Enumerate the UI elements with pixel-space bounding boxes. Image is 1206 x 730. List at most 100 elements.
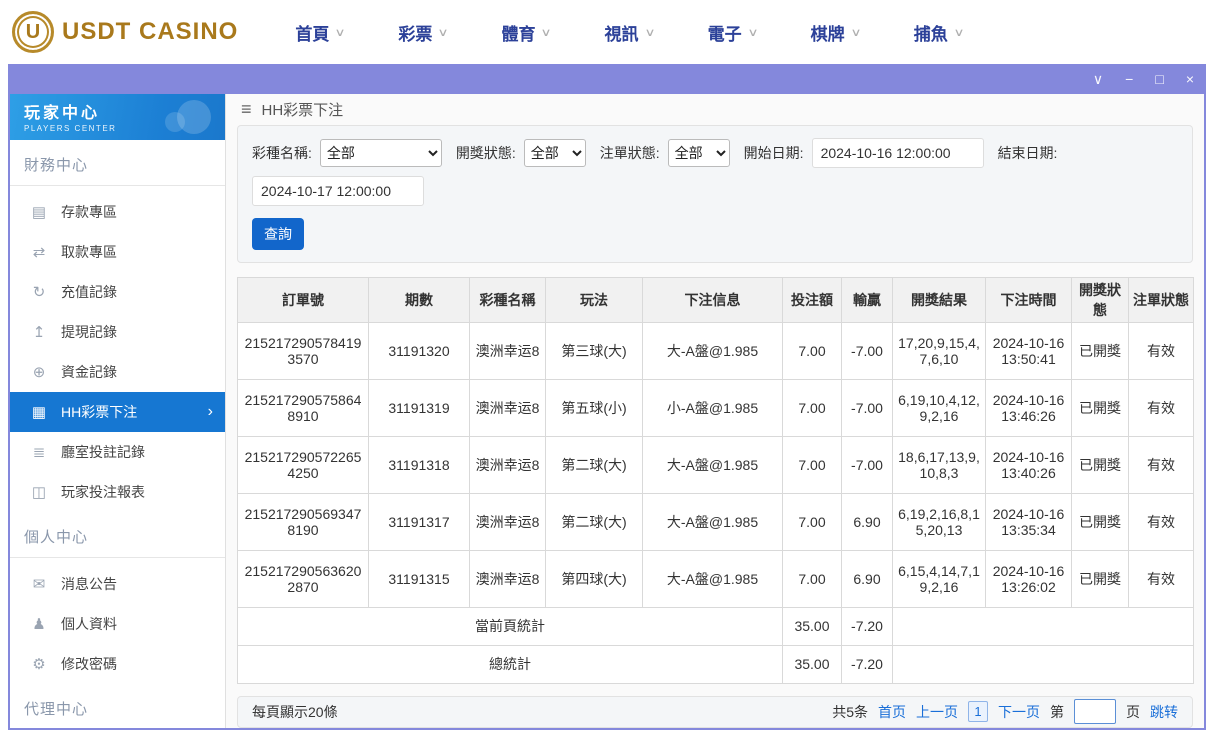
window-minimize-icon[interactable]: − (1125, 72, 1133, 86)
sidebar-title: 玩家中心 (24, 105, 101, 122)
cell-order-no: 2152172905722654250 (237, 435, 369, 494)
sidebar-item-label: 存款專區 (61, 204, 117, 220)
page-number-input[interactable] (1074, 699, 1116, 725)
main-content: ≡ HH彩票下注 彩種名稱: 全部 開獎狀態: 全部 注單狀態: 全部 開始日期… (226, 94, 1204, 728)
jump-button[interactable]: 跳转 (1150, 702, 1178, 722)
table-header-row: 訂單號 期數 彩種名稱 玩法 下注信息 投注額 輸贏 開獎結果 下注時間 開獎狀態 注單狀態 (237, 276, 1194, 323)
cell-lottery: 澳洲幸运8 (469, 321, 546, 380)
cell-bet-amount: 7.00 (782, 378, 842, 437)
pagination-bar: 每頁顯示20條 共5条 首页 上一页 1 下一页 第 页 跳转 (237, 695, 1193, 728)
app-window: ∨ − □ × 玩家中心 PLAYERS CENTER 財務中心 ▤ 存款專區 ⇄ 取款專區 ↻… (8, 64, 1206, 730)
next-page-link[interactable]: 下一页 (998, 702, 1040, 722)
sidebar-item[interactable]: ♟ 個人資料 (10, 604, 225, 644)
cell-lottery: 澳洲幸运8 (469, 378, 546, 437)
logo-text: USDT CASINO (62, 18, 239, 45)
nav-item[interactable]: 視訊 ∨ (604, 20, 656, 45)
nav-item-label: 捕魚 (913, 24, 948, 44)
sidebar-item[interactable]: ⇄ 取款專區 (10, 232, 225, 272)
cell-win-loss: 6.90 (841, 549, 893, 608)
cashout-record-icon: ↥ (32, 324, 46, 341)
recharge-record-icon: ↻ (32, 284, 46, 301)
end-date-input[interactable] (252, 175, 424, 206)
sidebar-item[interactable]: ◫ 玩家投注報表 (10, 472, 225, 512)
nav-item[interactable]: 捕魚 ∨ (913, 20, 965, 45)
nav-item[interactable]: 體育 ∨ (501, 20, 553, 45)
cell-bet-info: 大-A盤@1.985 (642, 321, 783, 380)
draw-status-filter-label: 開獎狀態: (455, 144, 516, 161)
first-page-link[interactable]: 首页 (878, 702, 906, 722)
cell-order-no: 2152172905784193570 (237, 321, 369, 380)
sidebar-item-label: 個人資料 (61, 616, 117, 632)
sidebar-item[interactable]: ⊕ 資金記錄 (10, 352, 225, 392)
sidebar-subtitle: PLAYERS CENTER (24, 124, 117, 133)
search-button[interactable]: 查詢 (252, 217, 304, 250)
prev-page-link[interactable]: 上一页 (916, 702, 958, 722)
start-date-input[interactable] (811, 137, 984, 168)
cell-bet-amount: 7.00 (782, 549, 842, 608)
sidebar-item-label: 取款專區 (61, 244, 117, 260)
cell-draw-status: 已開獎 (1071, 321, 1129, 380)
sidebar-item-label: 資金記錄 (61, 364, 117, 380)
column-header: 玩法 (545, 276, 643, 323)
current-page-badge[interactable]: 1 (968, 701, 988, 723)
lottery-select[interactable]: 全部 (319, 138, 442, 167)
sidebar-item[interactable]: ≣ 廳室投註記錄 (10, 432, 225, 472)
cell-bet-info: 小-A盤@1.985 (642, 378, 783, 437)
cell-bet-info: 大-A盤@1.985 (642, 549, 783, 608)
nav-item[interactable]: 彩票 ∨ (398, 20, 449, 45)
deposit-card-icon: ▤ (31, 204, 47, 221)
window-collapse-icon[interactable]: ∨ (1093, 72, 1103, 86)
cell-draw-result: 6,15,4,14,7,19,2,16 (892, 549, 986, 608)
cell-bet-info: 大-A盤@1.985 (642, 492, 783, 551)
cell-play: 第三球(大) (545, 321, 643, 380)
sidebar-item[interactable]: ▦ HH彩票下注 › (10, 392, 225, 432)
nav-item-label: 體育 (501, 24, 536, 44)
nav-item-label: 棋牌 (810, 24, 845, 44)
sidebar-item[interactable]: ✉ 消息公告 (10, 564, 225, 604)
funds-record-icon: ⊕ (32, 364, 46, 381)
sidebar-item[interactable]: ▤ 存款專區 (10, 192, 225, 232)
window-maximize-icon[interactable]: □ (1155, 72, 1163, 86)
draw-status-select[interactable]: 全部 (523, 138, 586, 167)
cell-period: 31191315 (368, 549, 470, 608)
nav-item[interactable]: 首頁 ∨ (295, 20, 347, 45)
table-row: 2152172905693478190 31191317 澳洲幸运8 第二球(大) 大-… (237, 492, 1194, 551)
sidebar-item[interactable]: ⚙ 修改密碼 (10, 644, 225, 684)
nav-item[interactable]: 棋牌 ∨ (810, 20, 862, 45)
chevron-down-icon: ∨ (850, 26, 862, 39)
chevron-down-icon: ∨ (540, 26, 553, 39)
chevron-down-icon: ∨ (334, 26, 347, 39)
cell-draw-status: 已開獎 (1071, 435, 1129, 494)
cell-win-loss: -7.00 (841, 378, 893, 437)
nav-item-label: 視訊 (604, 24, 639, 44)
column-header: 訂單號 (237, 276, 369, 323)
sidebar-item[interactable]: ↻ 充值記錄 (10, 272, 225, 312)
sidebar-item-label: HH彩票下注 (61, 404, 138, 420)
chevron-down-icon: ∨ (643, 26, 656, 39)
site-logo[interactable]: U USDT CASINO (0, 11, 268, 53)
sidebar-section-title: 財務中心 (10, 140, 225, 186)
cell-order-no: 2152172905636202870 (237, 549, 369, 608)
cell-play: 第二球(大) (545, 435, 643, 494)
cell-lottery: 澳洲幸运8 (469, 492, 546, 551)
cell-draw-result: 6,19,10,4,12,9,2,16 (892, 378, 986, 437)
menu-icon[interactable]: ≡ (241, 99, 252, 120)
cell-bet-time: 2024-10-16 13:40:26 (985, 435, 1072, 494)
column-header: 下注信息 (642, 276, 783, 323)
lottery-filter-label: 彩種名稱: (252, 144, 312, 161)
window-close-icon[interactable]: × (1186, 72, 1194, 86)
filter-panel: 彩種名稱: 全部 開獎狀態: 全部 注單狀態: 全部 開始日期: 結束日期: (237, 124, 1193, 263)
cell-draw-result: 17,20,9,15,4,7,6,10 (892, 321, 986, 380)
order-status-select[interactable]: 全部 (667, 138, 730, 167)
cell-draw-status: 已開獎 (1071, 378, 1129, 437)
nav-item[interactable]: 電子 ∨ (708, 20, 759, 45)
cell-draw-result: 6,19,2,16,8,15,20,13 (892, 492, 986, 551)
chevron-down-icon: ∨ (953, 26, 965, 39)
sidebar-item-label: 廳室投註記錄 (61, 444, 145, 460)
table-row: 2152172905758648910 31191319 澳洲幸运8 第五球(小) 小-… (237, 378, 1194, 437)
sidebar-item[interactable]: ↥ 提現記錄 (10, 312, 225, 352)
summary-empty (892, 606, 1194, 646)
cell-order-status: 有效 (1128, 435, 1194, 494)
sidebar-section-title: 代理中心 (10, 684, 225, 728)
bet-report-icon: ◫ (31, 484, 47, 501)
